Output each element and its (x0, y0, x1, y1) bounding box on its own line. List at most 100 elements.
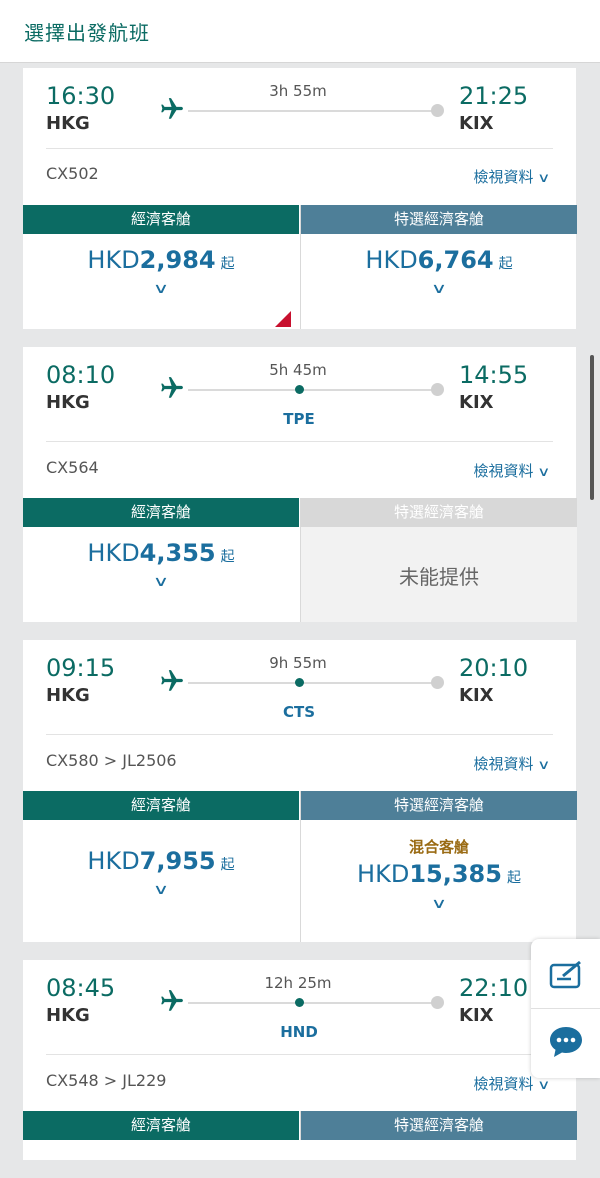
flight-card[interactable]: 08:45 HKG 12h 25m HND 22:10 KIX CX548 > … (23, 960, 577, 1160)
view-details-label: 檢視資料 (473, 168, 534, 186)
flight-duration: 12h 25m (264, 974, 332, 992)
feedback-icon[interactable] (549, 959, 585, 991)
arrival-time: 22:10 (459, 974, 529, 1002)
stopover-airport: HND (280, 1023, 318, 1041)
route-end-dot (431, 383, 444, 396)
premium-price: HKD6,764 起 (301, 246, 577, 274)
currency: HKD (365, 246, 418, 274)
economy-fare[interactable]: 經濟客艙 HKD7,955 起 ∨ (23, 791, 299, 942)
lowest-fare-flag-icon (275, 311, 291, 327)
stopover-dot (295, 998, 304, 1007)
departure-time: 08:10 (46, 361, 116, 389)
price-suffix: 起 (220, 857, 235, 873)
plane-icon (161, 990, 183, 1011)
flight-summary: 09:15 HKG 9h 55m CTS 20:10 KIX (23, 640, 576, 721)
route-line (188, 110, 438, 112)
economy-label: 經濟客艙 (23, 205, 299, 234)
economy-fare[interactable]: 經濟客艙 (23, 1111, 299, 1140)
premium-label: 特選經濟客艙 (301, 1111, 577, 1140)
premium-label: 特選經濟客艙 (301, 205, 577, 234)
divider (46, 441, 553, 442)
departure-airport: HKG (46, 392, 90, 413)
arrival-time: 21:25 (459, 82, 529, 110)
departure-airport: HKG (46, 113, 90, 134)
flight-number: CX564 (46, 458, 99, 477)
currency: HKD (357, 860, 410, 888)
economy-price: HKD4,355 起 (23, 539, 299, 567)
stopover-dot (295, 385, 304, 394)
route-end-dot (431, 676, 444, 689)
premium-fare[interactable]: 特選經濟客艙 HKD6,764 起 ∨ (300, 205, 577, 329)
premium-fare[interactable]: 特選經濟客艙 混合客艙 HKD15,385 起 ∨ (300, 791, 577, 942)
flight-duration: 5h 45m (269, 361, 327, 379)
price-suffix: 起 (498, 256, 513, 272)
scrollbar[interactable] (590, 355, 594, 500)
currency: HKD (87, 246, 140, 274)
economy-label: 經濟客艙 (23, 498, 299, 527)
route-end-dot (431, 996, 444, 1009)
price-suffix: 起 (220, 256, 235, 272)
price-amount: 2,984 (139, 246, 216, 274)
view-details-link[interactable]: 檢視資料 ∨ (473, 166, 551, 187)
unavailable-text: 未能提供 (399, 565, 479, 589)
departure-time: 08:45 (46, 974, 116, 1002)
flight-number: CX548 > JL229 (46, 1071, 167, 1090)
premium-price: HKD15,385 起 (301, 860, 577, 888)
flight-card[interactable]: 16:30 HKG 3h 55m 21:25 KIX CX502 檢視資料 ∨ 經… (23, 68, 577, 329)
departure-airport: HKG (46, 1005, 90, 1026)
economy-fare[interactable]: 經濟客艙 HKD2,984 起 ∨ (23, 205, 299, 329)
page-header: 選擇出發航班 (0, 0, 600, 63)
economy-fare[interactable]: 經濟客艙 HKD4,355 起 ∨ (23, 498, 299, 622)
flight-summary: 08:10 HKG 5h 45m TPE 14:55 KIX (23, 347, 576, 428)
economy-label: 經濟客艙 (23, 791, 299, 820)
currency: HKD (87, 539, 140, 567)
economy-price: HKD7,955 起 (23, 847, 299, 875)
view-details-label: 檢視資料 (473, 462, 534, 480)
price-suffix: 起 (220, 549, 235, 565)
route-end-dot (431, 104, 444, 117)
chevron-down-icon: ∨ (430, 281, 448, 297)
flight-list: 16:30 HKG 3h 55m 21:25 KIX CX502 檢視資料 ∨ 經… (23, 68, 577, 1178)
divider (46, 148, 553, 149)
price-suffix: 起 (506, 870, 521, 886)
flight-card[interactable]: 09:15 HKG 9h 55m CTS 20:10 KIX CX580 > J… (23, 640, 577, 942)
mixed-cabin-label: 混合客艙 (408, 838, 469, 856)
plane-icon (161, 98, 183, 119)
route-line (188, 682, 438, 684)
premium-label: 特選經濟客艙 (301, 791, 577, 820)
currency: HKD (87, 847, 140, 875)
route-line (188, 389, 438, 391)
flight-number: CX580 > JL2506 (46, 751, 177, 770)
chat-icon[interactable] (548, 1025, 584, 1059)
stopover-airport: TPE (283, 410, 315, 428)
flight-duration: 9h 55m (269, 654, 327, 672)
price-amount: 15,385 (409, 860, 502, 888)
route-line (188, 1002, 438, 1004)
price-amount: 6,764 (417, 246, 494, 274)
divider (531, 1008, 600, 1009)
arrival-airport: KIX (459, 392, 494, 413)
premium-label: 特選經濟客艙 (301, 498, 577, 527)
premium-fare[interactable]: 特選經濟客艙 (300, 1111, 577, 1140)
arrival-time: 20:10 (459, 654, 529, 682)
chevron-down-icon: ∨ (537, 171, 551, 186)
page-title: 選擇出發航班 (24, 21, 150, 45)
flight-card[interactable]: 08:10 HKG 5h 45m TPE 14:55 KIX CX564 檢視資… (23, 347, 577, 622)
economy-price: HKD2,984 起 (23, 246, 299, 274)
flight-summary: 16:30 HKG 3h 55m 21:25 KIX (23, 68, 576, 148)
view-details-link[interactable]: 檢視資料 ∨ (473, 753, 551, 774)
arrival-airport: KIX (459, 113, 494, 134)
chevron-down-icon: ∨ (537, 758, 551, 773)
view-details-link[interactable]: 檢視資料 ∨ (473, 460, 550, 481)
view-details-label: 檢視資料 (473, 1075, 534, 1093)
chevron-down-icon: ∨ (430, 896, 448, 912)
arrival-airport: KIX (459, 685, 494, 706)
divider (46, 1054, 553, 1055)
view-details-label: 檢視資料 (473, 755, 534, 773)
plane-icon (161, 670, 183, 691)
flight-summary: 08:45 HKG 12h 25m HND 22:10 KIX (23, 960, 576, 1041)
arrival-time: 14:55 (459, 361, 529, 389)
flight-duration: 3h 55m (269, 82, 327, 100)
stopover-airport: CTS (282, 703, 316, 721)
plane-icon (161, 377, 183, 398)
